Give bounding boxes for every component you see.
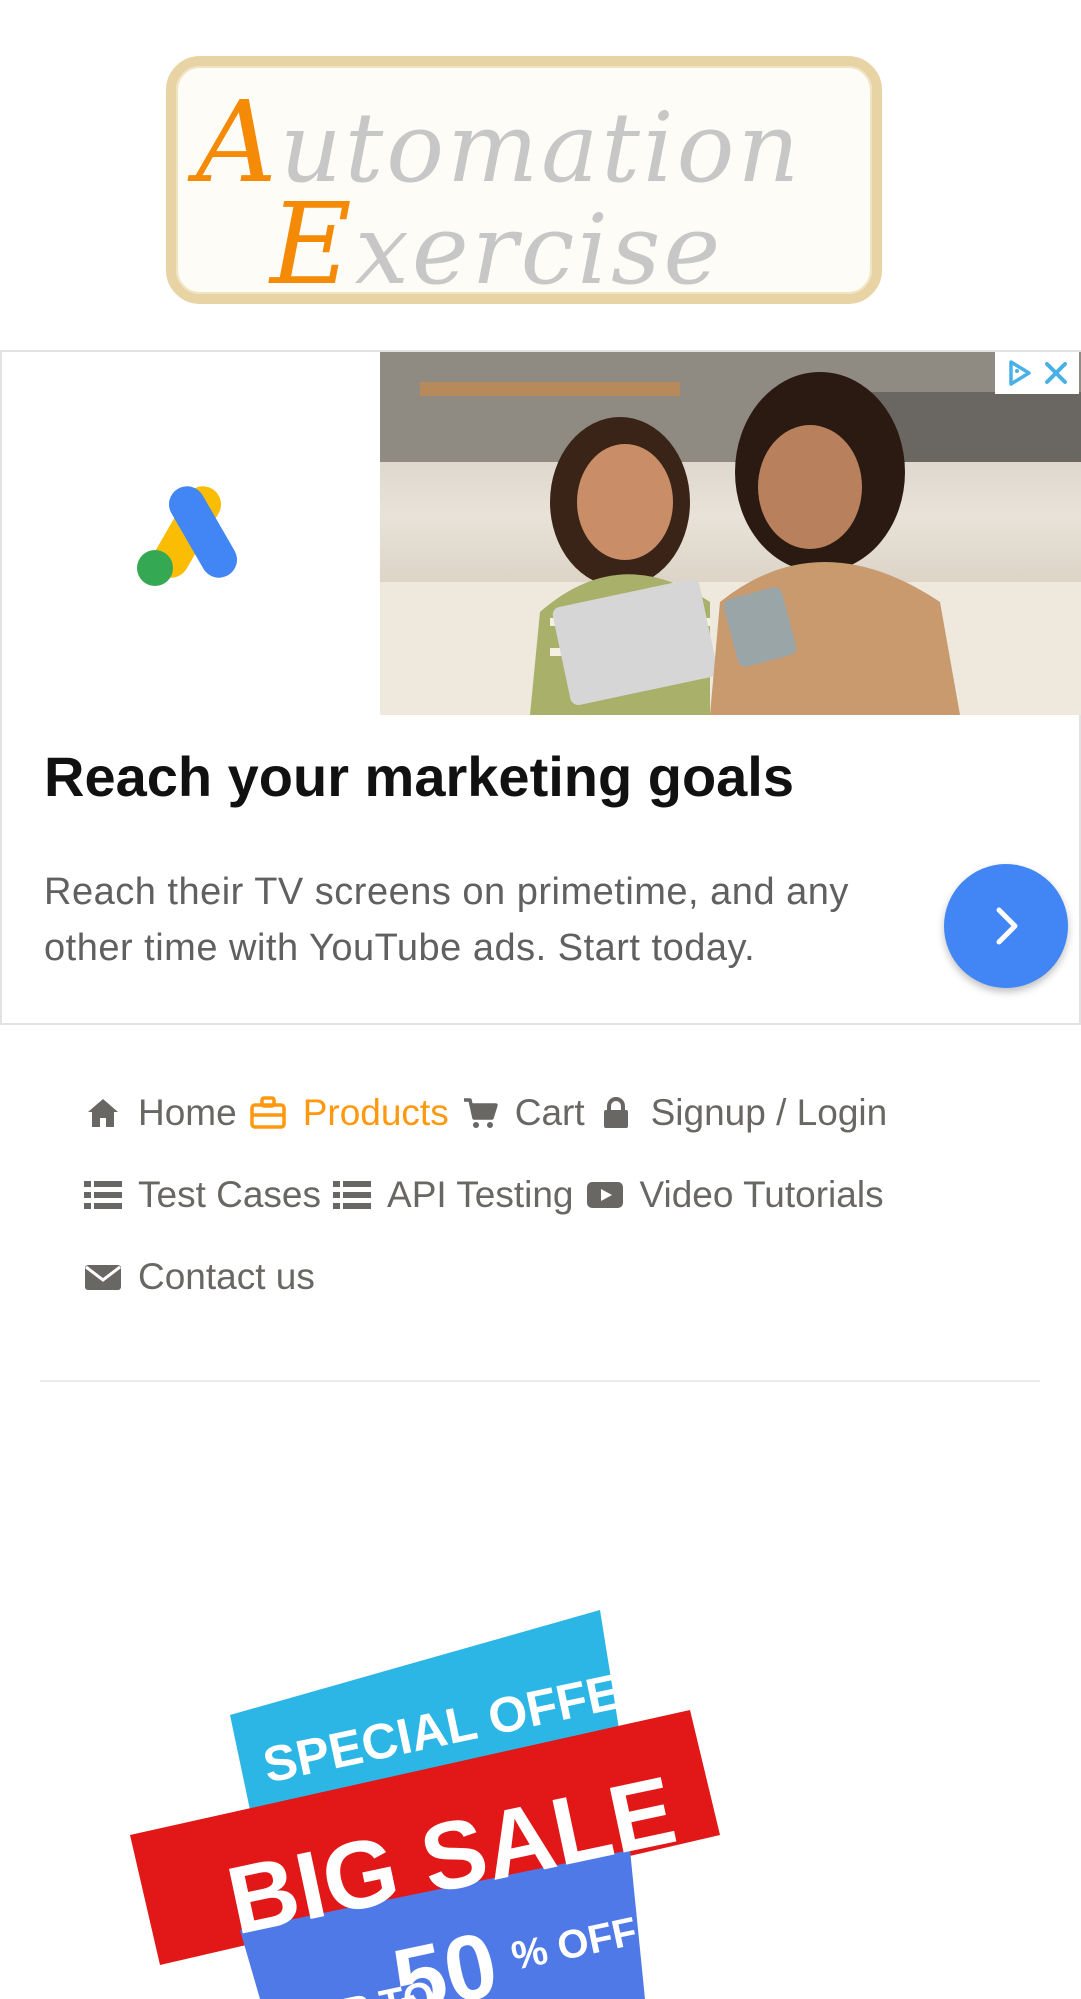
- chevron-right-icon: [996, 907, 1018, 945]
- cart-icon: [459, 1092, 501, 1134]
- list-icon: [82, 1174, 124, 1216]
- nav-cart-label: Cart: [514, 1092, 585, 1133]
- nav-video-tutorials[interactable]: Video Tutorials: [584, 1174, 884, 1216]
- nav-video-tutorials-label: Video Tutorials: [639, 1174, 884, 1215]
- adchoices-icon[interactable]: [1005, 358, 1035, 388]
- nav-contact-us[interactable]: Contact us: [82, 1256, 315, 1298]
- nav-signup-login-label: Signup / Login: [650, 1092, 888, 1133]
- youtube-play-icon: [584, 1174, 626, 1216]
- advertisement-banner[interactable]: Reach your marketing goals Reach their T…: [0, 350, 1081, 1025]
- special-offer-banner: SPECIAL OFFER BIG SALE UP TO 50 % OFF: [120, 1590, 740, 1999]
- nav-home[interactable]: Home: [82, 1092, 237, 1134]
- header-divider: [40, 1380, 1040, 1382]
- envelope-icon: [82, 1256, 124, 1298]
- nav-api-testing[interactable]: API Testing: [331, 1174, 574, 1216]
- nav-test-cases[interactable]: Test Cases: [82, 1174, 321, 1216]
- ad-title[interactable]: Reach your marketing goals: [44, 744, 794, 809]
- briefcase-icon: [247, 1092, 289, 1134]
- nav-contact-us-label: Contact us: [138, 1256, 315, 1297]
- nav-cart[interactable]: Cart: [459, 1092, 585, 1134]
- ad-photo-two-women-with-devices: [380, 352, 1081, 715]
- close-icon[interactable]: [1042, 359, 1070, 387]
- nav-row-3: Contact us: [82, 1236, 1042, 1318]
- lock-icon: [595, 1092, 637, 1134]
- ad-description: Reach their TV screens on primetime, and…: [44, 871, 849, 969]
- google-ads-logo: [2, 352, 380, 715]
- nav-test-cases-label: Test Cases: [138, 1174, 322, 1215]
- nav-products[interactable]: Products: [247, 1092, 449, 1134]
- nav-row-1: Home Products Cart Signup / Login: [82, 1072, 1042, 1154]
- site-logo[interactable]: Automation Exercise: [160, 52, 888, 310]
- ad-next-button[interactable]: [944, 864, 1068, 988]
- list-icon: [331, 1174, 373, 1216]
- nav-signup-login[interactable]: Signup / Login: [595, 1092, 888, 1134]
- nav-products-label: Products: [302, 1092, 449, 1133]
- home-icon: [82, 1092, 124, 1134]
- logo-line-2: Exercise: [270, 180, 724, 310]
- main-navigation: Home Products Cart Signup / Login Test C…: [82, 1072, 1042, 1318]
- ad-choices[interactable]: [995, 352, 1079, 394]
- nav-api-testing-label: API Testing: [387, 1174, 574, 1215]
- nav-home-label: Home: [138, 1092, 237, 1133]
- nav-row-2: Test Cases API Testing Video Tutorials: [82, 1154, 1042, 1236]
